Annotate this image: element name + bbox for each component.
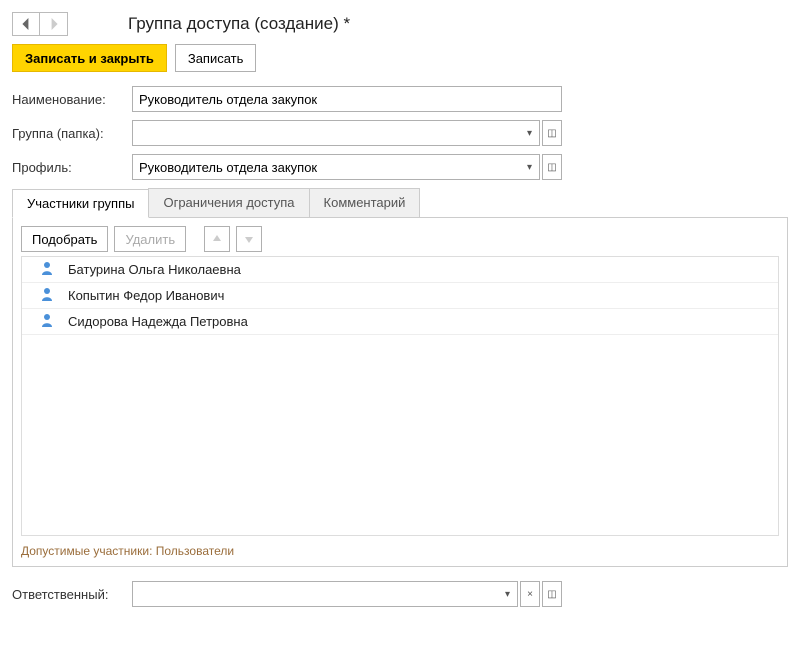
tabs: Участники группы Ограничения доступа Ком… (12, 188, 788, 218)
members-list[interactable]: Батурина Ольга Николаевна Копытин Федор … (21, 256, 779, 536)
profile-open-button[interactable]: ◫ (542, 154, 562, 180)
name-label: Наименование: (12, 92, 132, 107)
member-name: Копытин Федор Иванович (68, 288, 224, 303)
group-input[interactable] (132, 120, 520, 146)
group-open-button[interactable]: ◫ (542, 120, 562, 146)
move-down-button[interactable] (236, 226, 262, 252)
tab-restrictions[interactable]: Ограничения доступа (148, 188, 309, 217)
responsible-open-button[interactable]: ◫ (542, 581, 562, 607)
member-name: Сидорова Надежда Петровна (68, 314, 248, 329)
open-icon: ◫ (547, 162, 556, 173)
profile-input[interactable] (132, 154, 520, 180)
group-label: Группа (папка): (12, 126, 132, 141)
responsible-label: Ответственный: (12, 587, 132, 602)
user-icon (40, 287, 54, 304)
user-icon (40, 261, 54, 278)
page-title: Группа доступа (создание) * (128, 14, 350, 34)
delete-button[interactable]: Удалить (114, 226, 186, 252)
open-icon: ◫ (547, 128, 556, 139)
list-item[interactable]: Сидорова Надежда Петровна (22, 309, 778, 335)
nav-back-button[interactable] (12, 12, 40, 36)
list-item[interactable]: Копытин Федор Иванович (22, 283, 778, 309)
move-up-button[interactable] (204, 226, 230, 252)
allowed-participants-hint: Допустимые участники: Пользователи (21, 544, 779, 558)
arrow-right-icon (48, 18, 60, 30)
responsible-clear-button[interactable]: × (520, 581, 540, 607)
list-item[interactable]: Батурина Ольга Николаевна (22, 257, 778, 283)
tab-members[interactable]: Участники группы (12, 189, 149, 218)
arrow-up-icon (212, 234, 222, 244)
responsible-input[interactable] (132, 581, 498, 607)
clear-icon: × (527, 589, 533, 600)
profile-label: Профиль: (12, 160, 132, 175)
responsible-dropdown-button[interactable]: ▾ (498, 581, 518, 607)
tab-comment[interactable]: Комментарий (309, 188, 421, 217)
group-dropdown-button[interactable]: ▾ (520, 120, 540, 146)
name-input[interactable] (132, 86, 562, 112)
profile-dropdown-button[interactable]: ▾ (520, 154, 540, 180)
arrow-down-icon (244, 234, 254, 244)
nav-forward-button[interactable] (40, 12, 68, 36)
save-and-close-button[interactable]: Записать и закрыть (12, 44, 167, 72)
arrow-left-icon (20, 18, 32, 30)
open-icon: ◫ (547, 589, 556, 600)
member-name: Батурина Ольга Николаевна (68, 262, 241, 277)
pick-button[interactable]: Подобрать (21, 226, 108, 252)
user-icon (40, 313, 54, 330)
save-button[interactable]: Записать (175, 44, 257, 72)
